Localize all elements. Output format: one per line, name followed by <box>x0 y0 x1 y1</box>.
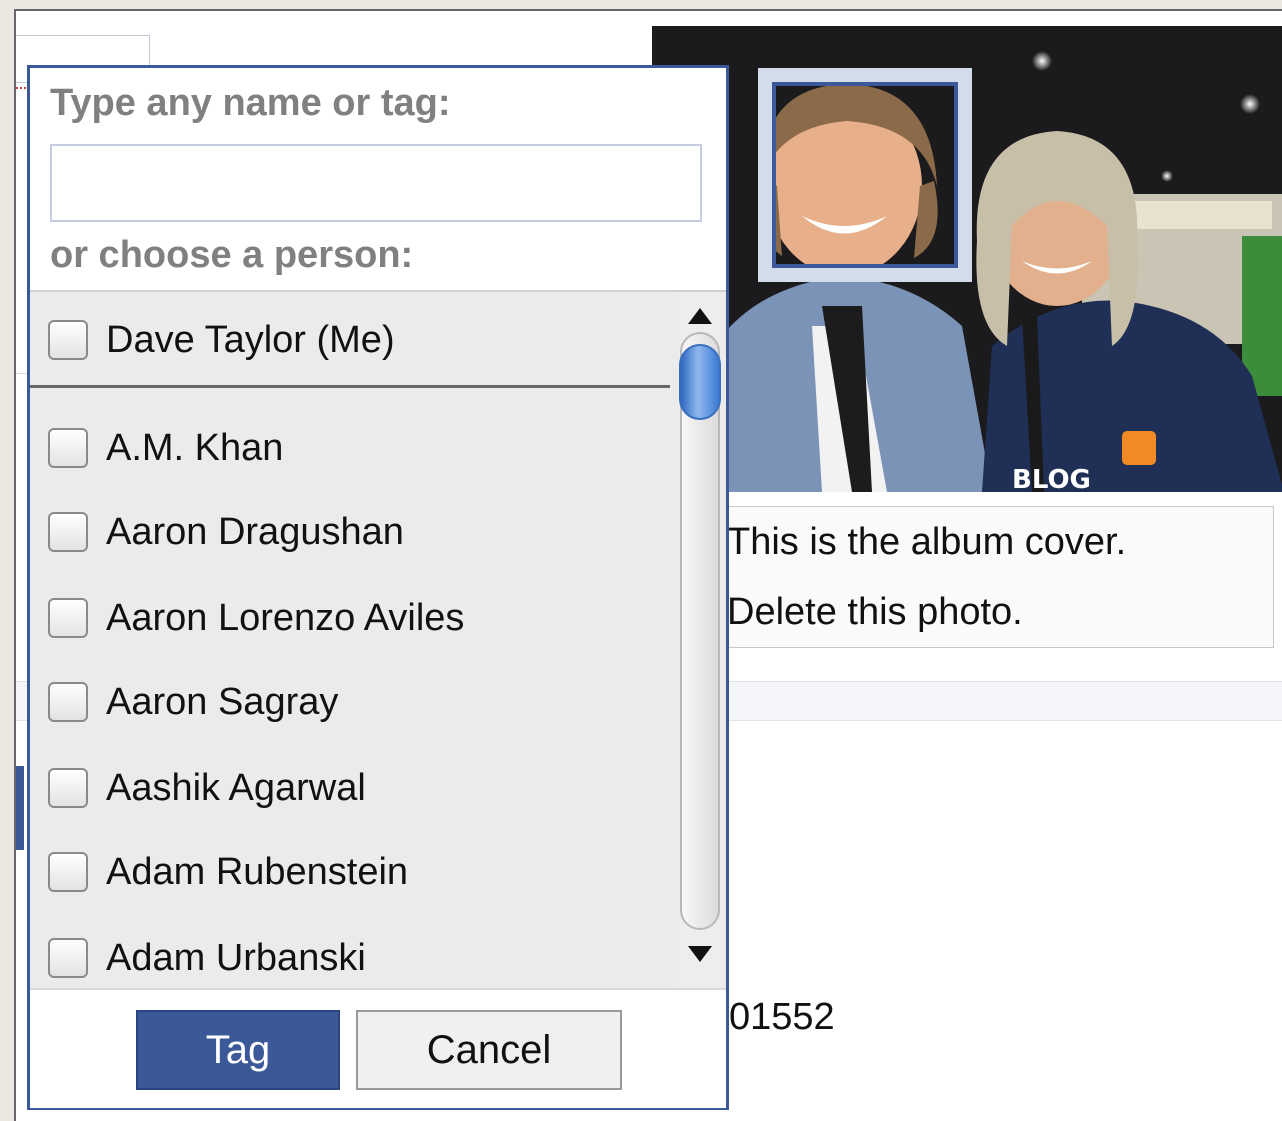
background-blue-tab <box>16 766 24 850</box>
cancel-button[interactable]: Cancel <box>356 1010 622 1090</box>
album-cover-text: This is the album cover. <box>727 521 1127 563</box>
list-item[interactable]: Adam Urbanski <box>48 928 366 988</box>
checkbox[interactable] <box>48 938 88 978</box>
delete-photo-link[interactable]: Delete this photo. <box>727 591 1023 634</box>
scroll-track[interactable] <box>680 332 720 930</box>
person-name: Adam Rubenstein <box>106 850 409 893</box>
list-item-self[interactable]: Dave Taylor (Me) <box>48 310 395 370</box>
name-prompt-label: Type any name or tag: <box>50 82 451 124</box>
list-item[interactable]: Aaron Lorenzo Aviles <box>48 588 464 648</box>
scroll-thumb[interactable] <box>679 344 721 420</box>
choose-person-label: or choose a person: <box>50 234 414 276</box>
name-or-tag-input[interactable] <box>50 144 702 222</box>
partial-number-text: 01552 <box>729 996 835 1038</box>
person-name: A.M. Khan <box>106 426 284 469</box>
photo-caption-box: This is the album cover. Delete this pho… <box>706 506 1274 648</box>
checkbox[interactable] <box>48 598 88 638</box>
list-item[interactable]: Aashik Agarwal <box>48 758 366 818</box>
list-item[interactable]: A.M. Khan <box>48 418 283 478</box>
tag-person-dialog: Type any name or tag: or choose a person… <box>27 65 729 1110</box>
person-name: Dave Taylor (Me) <box>106 318 395 361</box>
checkbox[interactable] <box>48 682 88 722</box>
checkbox[interactable] <box>48 852 88 892</box>
checkbox[interactable] <box>48 428 88 468</box>
person-name: Aaron Sagray <box>106 680 339 723</box>
tagged-photo[interactable]: BLOG <box>652 26 1282 492</box>
checkbox[interactable] <box>48 512 88 552</box>
scroll-down-arrow-icon[interactable] <box>688 946 712 962</box>
person-name: Aashik Agarwal <box>106 766 366 809</box>
person-list[interactable]: Dave Taylor (Me) A.M. Khan Aaron Dragush… <box>30 290 726 988</box>
svg-text:BLOG: BLOG <box>1012 465 1091 492</box>
scroll-up-arrow-icon[interactable] <box>688 308 712 324</box>
person-name: Aaron Dragushan <box>106 510 404 553</box>
list-item[interactable]: Aaron Dragushan <box>48 502 404 562</box>
dialog-footer: Tag Cancel <box>30 988 726 1108</box>
list-item[interactable]: Aaron Sagray <box>48 672 338 732</box>
tag-button[interactable]: Tag <box>136 1010 340 1090</box>
person-name: Aaron Lorenzo Aviles <box>106 596 465 639</box>
list-item[interactable]: Adam Rubenstein <box>48 842 408 902</box>
checkbox[interactable] <box>48 320 88 360</box>
list-scrollbar[interactable] <box>678 292 722 988</box>
self-divider <box>30 385 670 388</box>
checkbox[interactable] <box>48 768 88 808</box>
person-name: Adam Urbanski <box>106 936 366 979</box>
face-tag-frame-inner <box>772 82 958 268</box>
face-tag-frame[interactable] <box>758 68 972 282</box>
